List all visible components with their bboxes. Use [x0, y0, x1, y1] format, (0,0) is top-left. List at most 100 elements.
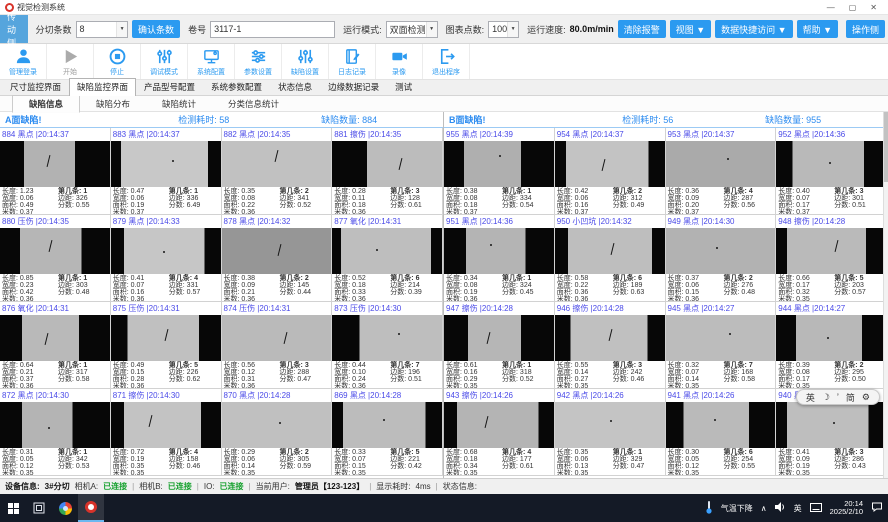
inspection-app-icon[interactable] — [78, 494, 104, 522]
defect-cell[interactable]: 954 黑点 |20:14:37长度: 0.42宽度: 0.06面积: 0.16… — [555, 128, 666, 215]
tab-status-info[interactable]: 状态信息 — [270, 78, 320, 95]
tab-product-model-config[interactable]: 产品型号配置 — [136, 78, 203, 95]
defect-thumbnail[interactable] — [444, 141, 554, 187]
tab-test[interactable]: 测试 — [387, 78, 420, 95]
defect-cell[interactable]: 873 压伤 |20:14:30长度: 0.44宽度: 0.10面积: 0.24… — [332, 302, 443, 389]
slit-count-select[interactable]: 8 ▼ — [76, 21, 129, 38]
defect-thumbnail[interactable] — [111, 141, 221, 187]
subtab-defect-distribution[interactable]: 缺陷分布 — [80, 96, 146, 112]
defect-thumbnail[interactable] — [222, 141, 332, 187]
ime-moon-icon[interactable]: ☽ — [822, 392, 830, 403]
defect-thumbnail[interactable] — [332, 228, 442, 274]
language-indicator[interactable]: 英 — [794, 503, 802, 514]
defect-thumbnail[interactable] — [555, 141, 665, 187]
weather-text[interactable]: 气温下降 — [721, 503, 753, 514]
tab-size-monitor[interactable]: 尺寸监控界面 — [2, 78, 69, 95]
defect-cell[interactable]: 949 黑点 |20:14:30长度: 0.37宽度: 0.06面积: 0.15… — [666, 215, 777, 302]
drive-side-button[interactable]: 传动侧 — [0, 15, 28, 43]
defect-thumbnail[interactable] — [666, 141, 776, 187]
confirm-count-button[interactable]: 确认条数 — [132, 20, 180, 38]
defect-thumbnail[interactable] — [444, 315, 554, 361]
subtab-class-info-statistics[interactable]: 分类信息统计 — [212, 96, 295, 112]
defect-cell[interactable]: 875 压伤 |20:14:31长度: 0.49宽度: 0.15面积: 0.28… — [111, 302, 222, 389]
data-quick-access-button[interactable]: 数据快捷访问 ▼ — [715, 20, 792, 38]
defect-cell[interactable]: 881 擦伤 |20:14:35长度: 0.28宽度: 0.11面积: 0.18… — [332, 128, 443, 215]
defect-cell[interactable]: 879 黑点 |20:14:33长度: 0.41宽度: 0.07面积: 0.16… — [111, 215, 222, 302]
defect-thumbnail[interactable] — [776, 228, 886, 274]
param-settings-button[interactable]: 参数设置 — [235, 44, 282, 79]
ime-lang-en[interactable]: 英 — [806, 391, 815, 404]
defect-cell[interactable]: 883 黑点 |20:14:37长度: 0.47宽度: 0.06面积: 0.19… — [111, 128, 222, 215]
defect-thumbnail[interactable] — [555, 402, 665, 448]
defect-cell[interactable]: 952 黑点 |20:14:36长度: 0.40宽度: 0.07面积: 0.17… — [776, 128, 887, 215]
defect-thumbnail[interactable] — [555, 315, 665, 361]
defect-thumbnail[interactable] — [555, 228, 665, 274]
defect-cell[interactable]: 871 擦伤 |20:14:30长度: 0.72宽度: 0.19面积: 0.35… — [111, 389, 222, 476]
system-config-button[interactable]: 系统配置 — [188, 44, 235, 79]
start-button[interactable] — [0, 494, 26, 522]
touch-keyboard-icon[interactable] — [810, 503, 822, 514]
tab-system-param-config[interactable]: 系统参数配置 — [203, 78, 270, 95]
close-button[interactable]: ✕ — [870, 3, 877, 12]
defect-cell[interactable]: 874 压伤 |20:14:31长度: 0.56宽度: 0.12面积: 0.31… — [222, 302, 333, 389]
defect-thumbnail[interactable] — [222, 402, 332, 448]
defect-thumbnail[interactable] — [0, 315, 110, 361]
tray-expand-caret[interactable]: ∧ — [761, 504, 767, 513]
defect-thumbnail[interactable] — [0, 228, 110, 274]
start-button[interactable]: 开始 — [47, 44, 94, 79]
maximize-button[interactable]: ▢ — [849, 3, 857, 12]
defect-cell[interactable]: 945 黑点 |20:14:27长度: 0.32宽度: 0.07面积: 0.14… — [666, 302, 777, 389]
defect-thumbnail[interactable] — [776, 315, 886, 361]
run-mode-select[interactable]: 双面检测 ▼ — [386, 21, 438, 38]
defect-settings-button[interactable]: 缺陷设置 — [282, 44, 329, 79]
defect-thumbnail[interactable] — [222, 228, 332, 274]
minimize-button[interactable]: — — [827, 3, 835, 12]
operator-side-button[interactable]: 操作侧 — [846, 20, 885, 38]
clear-alarm-button[interactable]: 清除报警 — [618, 20, 666, 38]
defect-cell[interactable]: 869 黑点 |20:14:28长度: 0.33宽度: 0.07面积: 0.15… — [332, 389, 443, 476]
defect-cell[interactable]: 953 黑点 |20:14:37长度: 0.36宽度: 0.09面积: 0.20… — [666, 128, 777, 215]
defect-thumbnail[interactable] — [0, 141, 110, 187]
scrollbar-thumb[interactable] — [884, 112, 888, 182]
defect-cell[interactable]: 944 黑点 |20:14:27长度: 0.39宽度: 0.08面积: 0.17… — [776, 302, 887, 389]
defect-thumbnail[interactable] — [332, 402, 442, 448]
view-menu-button[interactable]: 视图 ▼ — [670, 20, 711, 38]
log-record-button[interactable]: 日志记录 — [329, 44, 376, 79]
defect-thumbnail[interactable] — [332, 315, 442, 361]
defect-cell[interactable]: 950 小凹坑 |20:14:32长度: 0.58宽度: 0.22面积: 0.3… — [555, 215, 666, 302]
ime-lang-cn[interactable]: 简 — [846, 391, 855, 404]
defect-thumbnail[interactable] — [111, 228, 221, 274]
defect-cell[interactable]: 872 黑点 |20:14:30长度: 0.31宽度: 0.05面积: 0.12… — [0, 389, 111, 476]
defect-cell[interactable]: 948 擦伤 |20:14:28长度: 0.66宽度: 0.17面积: 0.32… — [776, 215, 887, 302]
defect-cell[interactable]: 943 擦伤 |20:14:26长度: 0.68宽度: 0.18面积: 0.34… — [444, 389, 555, 476]
speaker-icon[interactable] — [775, 502, 786, 514]
ime-gear-icon[interactable]: ⚙ — [862, 392, 870, 403]
defect-cell[interactable]: 870 黑点 |20:14:28长度: 0.29宽度: 0.06面积: 0.14… — [222, 389, 333, 476]
chart-points-select[interactable]: 100 ▼ — [488, 21, 519, 38]
subtab-defect-info[interactable]: 缺陷信息 — [12, 95, 80, 113]
defect-cell[interactable]: 878 黑点 |20:14:32长度: 0.38宽度: 0.09面积: 0.21… — [222, 215, 333, 302]
defect-cell[interactable]: 884 黑点 |20:14:37长度: 1.23宽度: 0.06面积: 0.49… — [0, 128, 111, 215]
defect-cell[interactable]: 880 压伤 |20:14:35长度: 0.85宽度: 0.23面积: 0.42… — [0, 215, 111, 302]
help-menu-button[interactable]: 帮助 ▼ — [797, 20, 838, 38]
defect-cell[interactable]: 947 擦伤 |20:14:28长度: 0.61宽度: 0.16面积: 0.29… — [444, 302, 555, 389]
exit-program-button[interactable]: 退出程序 — [423, 44, 470, 79]
defect-thumbnail[interactable] — [111, 402, 221, 448]
defect-cell[interactable]: 876 氧化 |20:14:31长度: 0.64宽度: 0.21面积: 0.37… — [0, 302, 111, 389]
roll-number-input[interactable] — [210, 21, 335, 38]
debug-mode-button[interactable]: 调试模式 — [141, 44, 188, 79]
defect-thumbnail[interactable] — [111, 315, 221, 361]
defect-thumbnail[interactable] — [776, 141, 886, 187]
ime-language-bar[interactable]: 英☽’简⚙ — [796, 389, 880, 405]
defect-thumbnail[interactable] — [444, 228, 554, 274]
defect-thumbnail[interactable] — [0, 402, 110, 448]
defect-thumbnail[interactable] — [666, 315, 776, 361]
task-view-button[interactable] — [26, 494, 52, 522]
action-center-icon[interactable] — [871, 501, 883, 515]
defect-cell[interactable]: 946 擦伤 |20:14:28长度: 0.55宽度: 0.14面积: 0.27… — [555, 302, 666, 389]
defect-thumbnail[interactable] — [666, 228, 776, 274]
taskbar-clock[interactable]: 20:14 2025/2/10 — [830, 500, 863, 517]
recording-button[interactable]: 录像 — [376, 44, 423, 79]
defect-cell[interactable]: 882 黑点 |20:14:35长度: 0.35宽度: 0.08面积: 0.22… — [222, 128, 333, 215]
stop-button[interactable]: 停止 — [94, 44, 141, 79]
